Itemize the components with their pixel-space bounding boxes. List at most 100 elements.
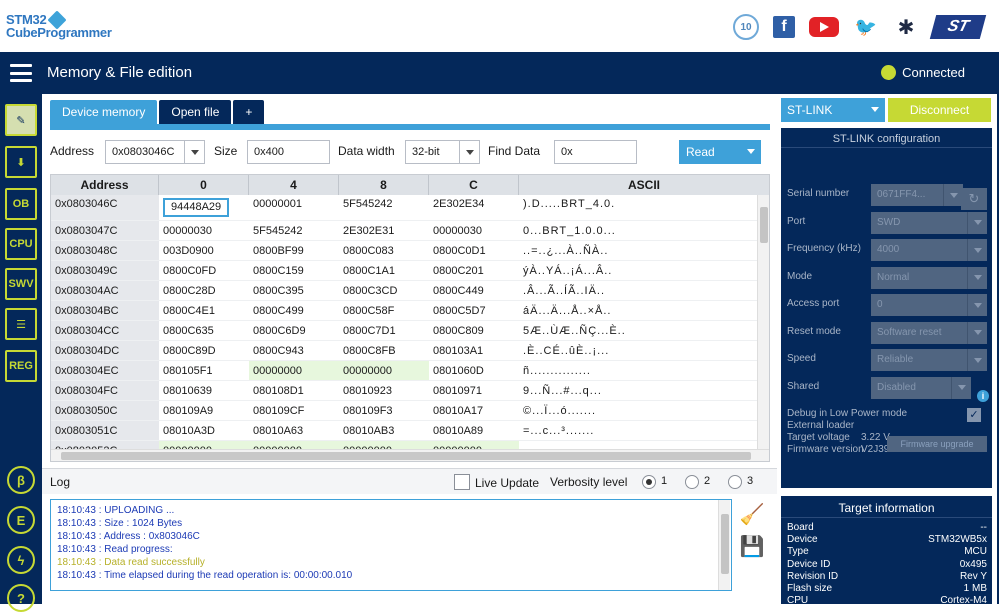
row-data-cell[interactable]: 0800C28D <box>159 281 249 300</box>
row-data-cell[interactable]: 0800C6D9 <box>249 321 339 340</box>
data-width-select[interactable]: 32-bit <box>405 140 480 164</box>
table-row[interactable]: 0x080304CC 0800C635 0800C6D9 0800C7D1 0800C8… <box>51 321 757 341</box>
row-data-cell[interactable]: 0800C201 <box>429 261 519 280</box>
chevron-down-icon[interactable] <box>184 141 204 163</box>
row-data-cell[interactable]: 0800C0FD <box>159 261 249 280</box>
row-data-cell[interactable]: 0800C89D <box>159 341 249 360</box>
log-output[interactable]: 18:10:43 : UPLOADING ... 18:10:43 : Size … <box>50 499 732 591</box>
row-data-cell[interactable]: 0800C499 <box>249 301 339 320</box>
twitter-icon[interactable]: 🐦 <box>853 15 879 39</box>
row-data-cell[interactable]: 08010A3D <box>159 421 249 440</box>
row-data-cell[interactable]: 080109A9 <box>159 401 249 420</box>
verbosity-radio-1[interactable] <box>642 475 656 489</box>
row-data-cell[interactable]: 0800C159 <box>249 261 339 280</box>
interface-select[interactable]: ST-LINK <box>781 98 885 122</box>
chevron-down-icon[interactable] <box>865 98 885 120</box>
config-select[interactable]: Reliable <box>871 349 987 371</box>
row-data-cell[interactable]: 08010A17 <box>429 401 519 420</box>
row-data-cell[interactable]: 08010A63 <box>249 421 339 440</box>
save-log-icon[interactable]: 💾 <box>740 534 765 558</box>
flash-icon[interactable]: ϟ <box>7 546 35 574</box>
row-data-cell[interactable]: 0800C3CD <box>339 281 429 300</box>
row-data-cell[interactable]: 0800BF99 <box>249 241 339 260</box>
read-button[interactable]: Read <box>679 140 761 164</box>
table-row[interactable]: 0x0803050C 080109A9 080109CF 080109F3 08010A… <box>51 401 757 421</box>
row-data-cell[interactable]: 08010AB3 <box>339 421 429 440</box>
row-data-cell[interactable]: 0800C1A1 <box>339 261 429 280</box>
config-select[interactable]: SWD <box>871 211 987 234</box>
chevron-down-icon[interactable] <box>967 321 987 344</box>
table-row[interactable]: 0x0803048C 003D0900 0800BF99 0800C083 0800C0… <box>51 241 757 261</box>
sidebar-item-registers[interactable]: REG <box>5 350 37 382</box>
tab-device-memory[interactable]: Device memory <box>50 100 158 124</box>
row-data-cell[interactable]: 003D0900 <box>159 241 249 260</box>
find-data-input[interactable]: 0x <box>554 140 637 164</box>
disconnect-button[interactable]: Disconnect <box>888 98 991 122</box>
chevron-down-icon[interactable] <box>967 239 987 261</box>
config-select[interactable]: Normal <box>871 266 987 289</box>
row-data-cell[interactable]: 08010971 <box>429 381 519 400</box>
verbosity-radio-2[interactable] <box>685 475 699 489</box>
row-ascii[interactable]: ..=..¿...À..ÑÀ.. <box>519 241 757 260</box>
log-scrollbar[interactable] <box>718 500 730 590</box>
row-data-cell[interactable]: 0800C809 <box>429 321 519 340</box>
row-ascii[interactable]: .Â...Ã..ÍÃ..IÄ.. <box>519 281 757 300</box>
debug-low-power-checkbox[interactable]: ✓ <box>967 408 981 422</box>
row-data-cell[interactable]: 00000000 <box>249 361 339 380</box>
sidebar-item-memory-edit[interactable]: ✎ <box>5 104 37 136</box>
row-data-cell[interactable]: 0800C943 <box>249 341 339 360</box>
table-row[interactable]: 0x0803046C 94448A29 00000001 5F545242 2E302E… <box>51 195 757 221</box>
row-data-cell[interactable]: 0800C5D7 <box>429 301 519 320</box>
row-ascii[interactable]: 5Æ..ÙÆ..ÑÇ...È.. <box>519 321 757 340</box>
table-row[interactable]: 0x0803049C 0800C0FD 0800C159 0800C1A1 0800C2… <box>51 261 757 281</box>
row-data-cell[interactable]: 00000030 <box>159 221 249 240</box>
table-row[interactable]: 0x080304FC 08010639 080108D1 08010923 080109… <box>51 381 757 401</box>
chevron-down-icon[interactable] <box>967 294 987 316</box>
row-data-cell[interactable]: 94448A29 <box>159 195 249 220</box>
row-ascii[interactable]: ñ............... <box>519 361 757 380</box>
chevron-down-icon[interactable] <box>943 184 963 206</box>
table-vertical-scrollbar[interactable] <box>757 195 769 449</box>
row-data-cell[interactable]: 080105F1 <box>159 361 249 380</box>
row-data-cell[interactable]: 0800C7D1 <box>339 321 429 340</box>
table-row[interactable]: 0x080304BC 0800C4E1 0800C499 0800C58F 0800C5… <box>51 301 757 321</box>
sidebar-item-option-bytes[interactable]: OB <box>5 188 37 220</box>
el-icon[interactable]: E <box>7 506 35 534</box>
row-ascii[interactable]: .È..CÉ..ûÈ..¡... <box>519 341 757 360</box>
row-data-cell[interactable]: 0800C083 <box>339 241 429 260</box>
row-data-cell[interactable]: 0800C449 <box>429 281 519 300</box>
firmware-upgrade-button[interactable]: Firmware upgrade <box>887 436 987 452</box>
row-ascii[interactable]: 9...Ñ...#...q... <box>519 381 757 400</box>
chevron-down-icon[interactable] <box>951 376 971 399</box>
row-ascii[interactable]: 0...BRT_1.0.0... <box>519 221 757 240</box>
verbosity-radio-3[interactable] <box>728 475 742 489</box>
row-data-cell[interactable]: 0800C8FB <box>339 341 429 360</box>
beta-icon[interactable]: β <box>7 466 35 494</box>
selected-cell-editor[interactable]: 94448A29 <box>163 198 230 217</box>
hamburger-menu-icon[interactable] <box>10 62 32 84</box>
chevron-down-icon[interactable] <box>967 266 987 289</box>
sidebar-item-rss[interactable]: ☰ <box>5 308 37 340</box>
row-data-cell[interactable]: 08010A89 <box>429 421 519 440</box>
row-data-cell[interactable]: 00000000 <box>339 361 429 380</box>
chevron-down-icon[interactable] <box>741 140 761 162</box>
row-ascii[interactable]: ©...Ï...ó....... <box>519 401 757 420</box>
row-data-cell[interactable]: 00000030 <box>429 221 519 240</box>
chevron-down-icon[interactable] <box>967 349 987 371</box>
live-update-checkbox[interactable] <box>454 474 470 490</box>
row-ascii[interactable]: ).D.....BRT_4.0. <box>519 195 757 220</box>
chevron-down-icon[interactable] <box>459 141 479 163</box>
sidebar-item-swv[interactable]: SWV <box>5 268 37 300</box>
row-data-cell[interactable]: 5F545242 <box>339 195 429 220</box>
clear-log-icon[interactable]: 🧹 <box>740 502 765 526</box>
row-ascii[interactable]: =...c...³....... <box>519 421 757 440</box>
size-input[interactable]: 0x400 <box>247 140 330 164</box>
row-data-cell[interactable]: 080109CF <box>249 401 339 420</box>
help-icon[interactable]: ? <box>7 584 35 612</box>
row-data-cell[interactable]: 00000001 <box>249 195 339 220</box>
row-data-cell[interactable]: 2E302E31 <box>339 221 429 240</box>
row-data-cell[interactable]: 080108D1 <box>249 381 339 400</box>
config-select[interactable]: 0671FF4... <box>871 184 963 206</box>
table-row[interactable]: 0x080304AC 0800C28D 0800C395 0800C3CD 0800C4… <box>51 281 757 301</box>
row-data-cell[interactable]: 080103A1 <box>429 341 519 360</box>
